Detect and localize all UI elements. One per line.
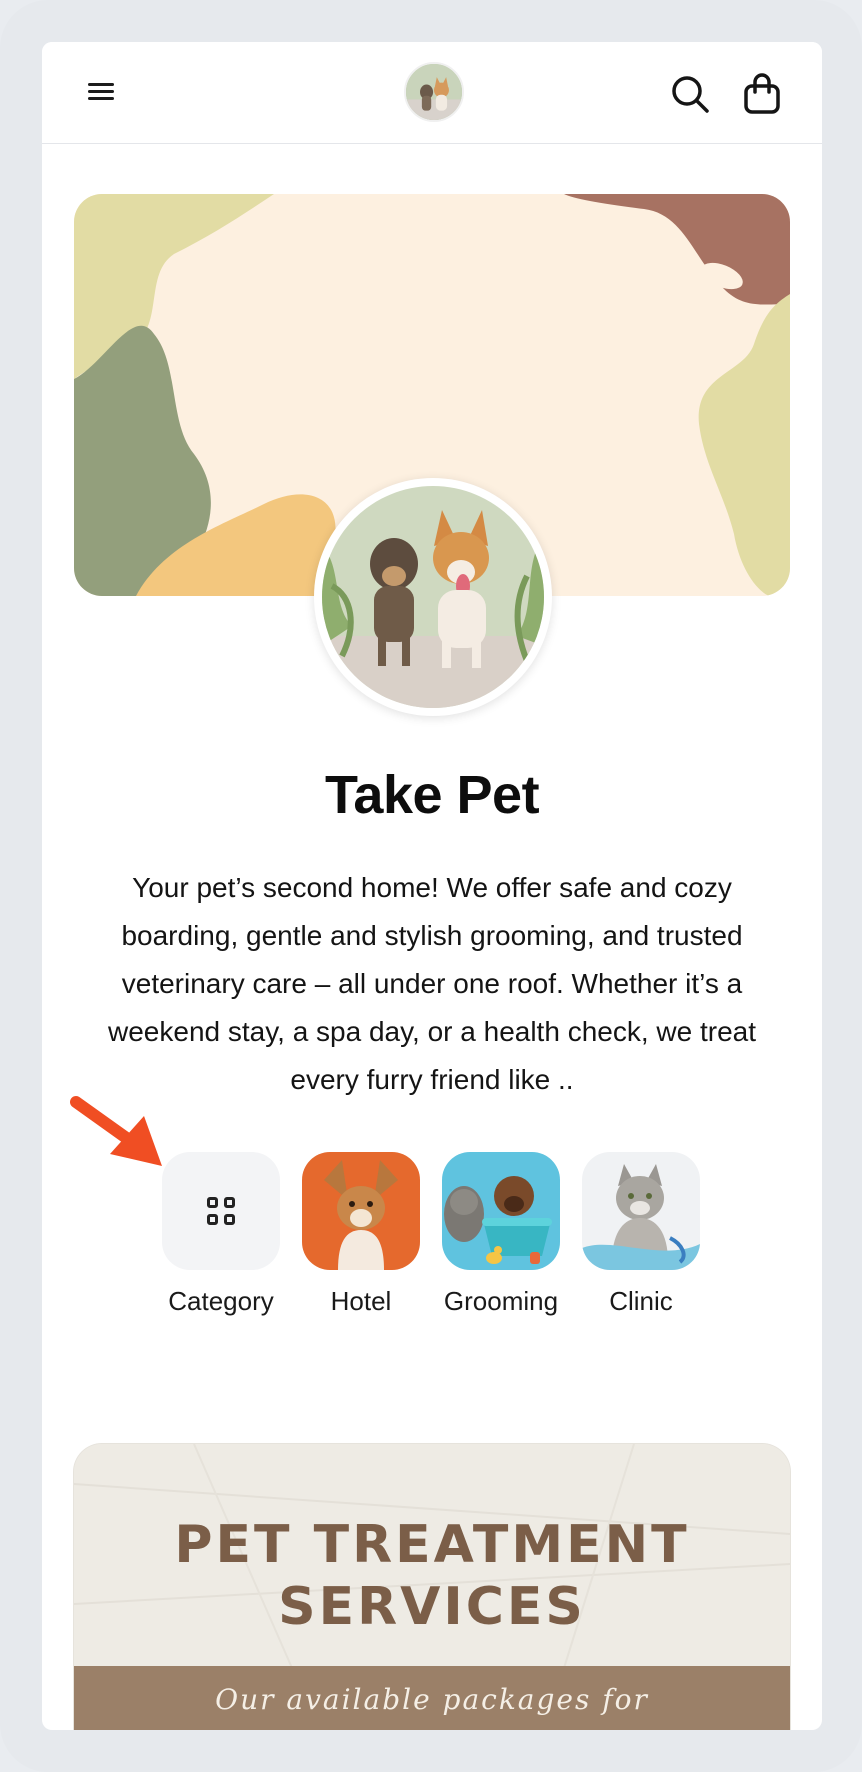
store-description: Your pet’s second home! We offer safe an… xyxy=(108,872,756,1095)
hamburger-menu-icon[interactable] xyxy=(88,78,118,108)
category-item-all[interactable]: Category xyxy=(162,1152,280,1317)
promo-title-line-1: PET TREATMENT xyxy=(174,1515,690,1575)
top-navigation-bar xyxy=(42,42,822,144)
category-label: Grooming xyxy=(443,1286,559,1316)
category-item-grooming[interactable]: Grooming xyxy=(442,1152,560,1317)
puppy-photo[interactable] xyxy=(302,1152,420,1270)
promo-title-line-2: SERVICES xyxy=(278,1577,586,1637)
promo-banner-pet-treatment[interactable]: PET TREATMENT SERVICES Our available pac… xyxy=(74,1444,790,1730)
grid-icon xyxy=(207,1197,235,1225)
store-logo[interactable] xyxy=(404,62,464,122)
search-icon[interactable] xyxy=(668,72,712,116)
arrow-annotation-icon xyxy=(70,1096,162,1166)
store-name: Take Pet xyxy=(324,765,540,825)
promo-title: PET TREATMENT SERVICES xyxy=(74,1514,790,1638)
two-dogs-logo-icon xyxy=(406,64,462,120)
app-screen: Take Pet Your pet’s second home! We offe… xyxy=(42,42,822,1730)
store-avatar xyxy=(314,478,552,716)
category-item-clinic[interactable]: Clinic xyxy=(582,1152,700,1317)
category-label: Category xyxy=(168,1286,274,1316)
category-label: Clinic xyxy=(609,1286,673,1316)
cat-with-stethoscope-photo[interactable] xyxy=(582,1152,700,1270)
category-tile[interactable] xyxy=(162,1152,280,1270)
category-label: Hotel xyxy=(330,1286,392,1316)
promo-subtitle: Our available packages for xyxy=(215,1683,649,1716)
category-shortcuts: Category Hotel Grooming Clinic xyxy=(162,1152,722,1352)
shopping-bag-icon[interactable] xyxy=(742,72,782,116)
running-dogs-photo xyxy=(322,486,544,708)
category-item-hotel[interactable]: Hotel xyxy=(302,1152,420,1317)
cat-and-dog-bath-photo[interactable] xyxy=(442,1152,560,1270)
